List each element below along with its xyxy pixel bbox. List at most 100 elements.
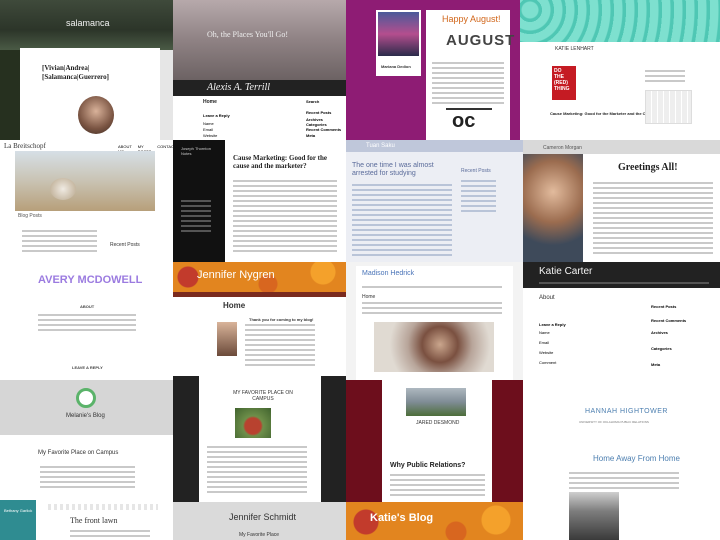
nav-menu: [539, 282, 709, 287]
sidebar-heading: Recent Posts: [461, 168, 491, 174]
form-label-name: Name: [203, 121, 214, 126]
post-title[interactable]: Cause Marketing: Good for the Marketer a…: [550, 111, 657, 116]
street-photo: [569, 492, 619, 540]
seashell-image: [50, 178, 76, 200]
sidebar-title[interactable]: Bethany Garlick: [4, 508, 32, 513]
site-title[interactable]: La Breitschopf: [4, 142, 46, 150]
post-body: [207, 446, 307, 496]
post-excerpt: [22, 230, 97, 255]
widget-meta[interactable]: Meta: [651, 362, 660, 367]
post-body: [390, 474, 485, 499]
post-heading: Greetings All!: [618, 162, 678, 173]
post-body: [569, 472, 679, 492]
site-title[interactable]: Melanie's Blog: [66, 413, 105, 419]
nav-bar: [173, 292, 346, 297]
tile-morgan: Cameron Morgan Greetings All!: [523, 140, 720, 262]
sidebar-links: [461, 180, 496, 215]
site-title[interactable]: Jennifer Nygren: [197, 269, 275, 281]
site-title[interactable]: Katie's Blog: [370, 512, 433, 524]
profile-photo: [78, 96, 114, 134]
form-label-email: Email: [203, 127, 214, 132]
site-title[interactable]: Katie Carter: [539, 266, 592, 277]
site-title[interactable]: Cameron Morgan: [543, 145, 582, 151]
site-title[interactable]: HANNAH HIGHTOWER: [585, 408, 668, 415]
teal-sidebar: [0, 500, 36, 540]
sidebar-heading: Search: [306, 99, 320, 104]
widget-recent-posts[interactable]: Recent Posts: [651, 304, 676, 309]
site-title[interactable]: salamanca: [66, 18, 110, 28]
profile-photo: [378, 12, 419, 56]
striped-banner: [48, 504, 158, 510]
campus-photo: [235, 408, 271, 438]
content-heading: Home: [203, 99, 217, 105]
post-title[interactable]: My Favorite Place on Campus: [38, 450, 118, 456]
tile-breitschopf: La Breitschopf ABOUT ME MY POSTS CONTACT…: [0, 140, 173, 262]
post-title[interactable]: Cause Marketing: Good for the cause and …: [233, 154, 337, 170]
post-body: [233, 180, 337, 255]
about-text: [38, 314, 136, 334]
post-heading: [Vivian|Andrea|[Salamanca|Guerrero]: [42, 64, 109, 81]
form-label-website: Website: [203, 133, 218, 138]
profile-name: Mariana Dedion: [381, 64, 411, 69]
post-body: [593, 182, 713, 257]
oc-logo: oc: [446, 108, 492, 138]
site-title[interactable]: Tuan Saku: [366, 143, 395, 149]
calendar-widget: [645, 90, 692, 124]
widget-categories[interactable]: Categories: [651, 346, 672, 351]
sidebar-title[interactable]: Joseph Thornton Notes: [181, 146, 217, 156]
big-word: AUGUST: [446, 32, 516, 49]
book-cover: DO THE (RED) THING: [552, 66, 576, 100]
post-title[interactable]: The one time I was almost arrested for s…: [352, 162, 452, 178]
form-label-reply: Leave a Reply: [203, 113, 230, 118]
site-title[interactable]: AVERY MCDOWELL: [38, 274, 142, 286]
tile-salamanca: salamanca [Vivian|Andrea|[Salamanca|Guer…: [0, 0, 173, 140]
post-title[interactable]: Why Public Relations?: [390, 462, 465, 469]
avatar-icon: [76, 388, 96, 408]
site-tagline: UNIVERSITY OF OKLAHOMA PUBLIC RELATIONS: [579, 420, 649, 424]
tile-melanie: Melanie's Blog My Favorite Place on Camp…: [0, 380, 173, 500]
section-heading: Blog Posts: [18, 213, 42, 219]
profile-photo: [523, 154, 583, 262]
post-title[interactable]: Home Away From Home: [593, 454, 680, 463]
tile-katies-blog: Katie's Blog: [346, 502, 523, 540]
tile-jared: JARED DESMOND Why Public Relations?: [346, 380, 523, 502]
intro-text: [362, 302, 502, 317]
widget-meta[interactable]: Meta: [306, 133, 315, 138]
sidebar-widgets: [645, 70, 685, 85]
tile-nygren: Jennifer Nygren Home Thank you for comin…: [173, 262, 346, 376]
site-title[interactable]: KATIE LENHART: [555, 46, 594, 52]
site-title[interactable]: JARED DESMOND: [416, 420, 459, 426]
blog-collage: salamanca [Vivian|Andrea|[Salamanca|Guer…: [0, 0, 720, 540]
profile-photo: [374, 322, 494, 372]
nav-contact[interactable]: CONTACT: [157, 144, 173, 154]
site-title[interactable]: Jennifer Schmidt: [229, 512, 296, 522]
section-heading: ABOUT: [80, 304, 95, 309]
tile-avery: AVERY MCDOWELL ABOUT LEAVE A REPLY: [0, 262, 173, 380]
book-word-4: THING: [554, 86, 570, 92]
form-label-comment: Comment: [539, 360, 557, 365]
reply-heading: LEAVE A REPLY: [72, 365, 103, 370]
banner-image: [173, 0, 346, 80]
page-title: Home: [362, 294, 376, 300]
widget-recent-comments[interactable]: Recent Comments: [651, 318, 686, 323]
tile-hightower: HANNAH HIGHTOWER UNIVERSITY OF OKLAHOMA …: [523, 380, 720, 540]
sidebar-heading: Recent Posts: [110, 242, 140, 248]
site-title[interactable]: Madison Hedrick: [362, 270, 414, 277]
widget-recent-posts[interactable]: Recent Posts: [306, 110, 331, 115]
dark-sidebar: [173, 376, 199, 502]
post-heading: Happy August!: [442, 14, 501, 24]
post-body: [352, 184, 452, 259]
tile-schmidt: Jennifer Schmidt My Favorite Place: [173, 502, 346, 540]
page-title: About: [539, 295, 555, 301]
oc-logo-glyph: oc: [452, 110, 476, 132]
widget-archives[interactable]: Archives: [651, 330, 668, 335]
post-title[interactable]: My Favorite Place: [239, 532, 279, 538]
tile-august: Mariana Dedion Happy August! AUGUST oc: [346, 0, 520, 140]
post-title[interactable]: The front lawn: [70, 516, 118, 525]
post-title[interactable]: MY FAVORITE PLACE ON CAMPUS: [233, 390, 293, 402]
widget-recent-comments[interactable]: Recent Comments: [306, 127, 341, 132]
tile-frontlawn: Bethany Garlick The front lawn: [0, 500, 173, 540]
page-title: Home: [223, 301, 246, 310]
site-title[interactable]: Alexis A. Terrill: [207, 82, 270, 93]
tile-ivan: Tuan Saku The one time I was almost arre…: [346, 140, 523, 262]
